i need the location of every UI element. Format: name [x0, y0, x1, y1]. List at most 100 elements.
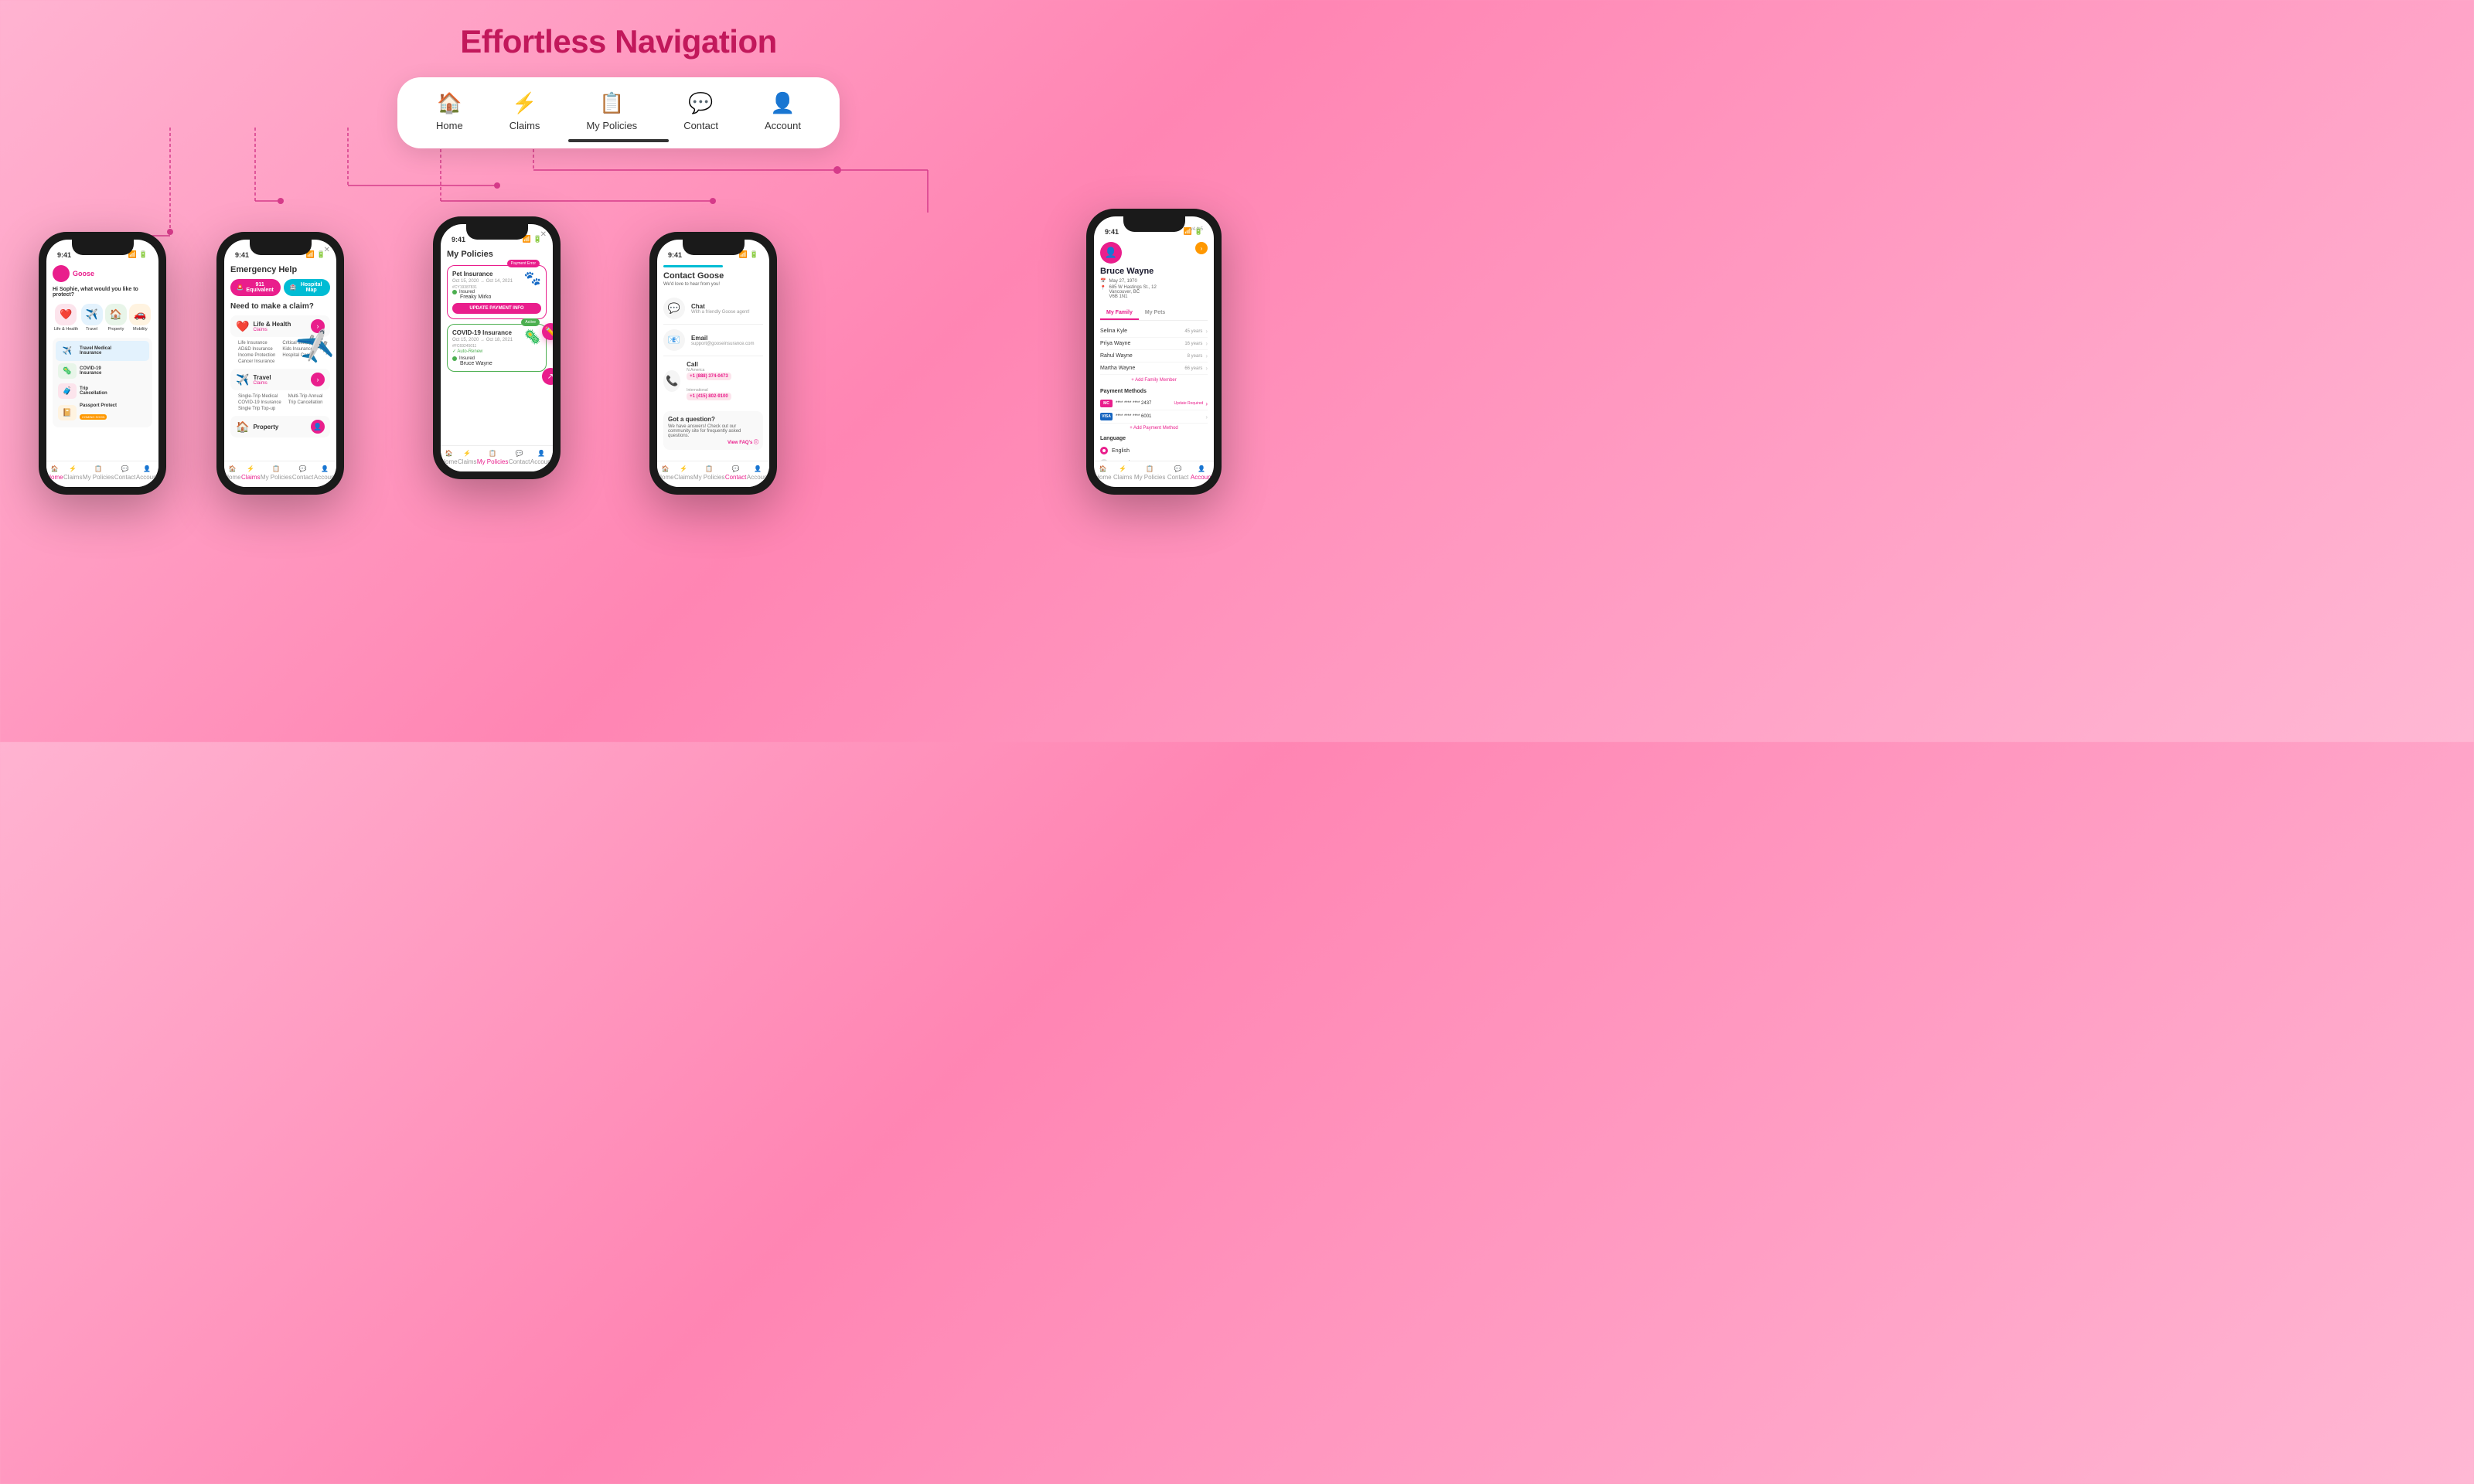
policy-covid-insurance[interactable]: Active COVID-19 Insurance Oct 15, 2020 →…: [447, 324, 547, 372]
claim-property[interactable]: 🏠 Property 👤: [230, 416, 330, 437]
bnav4-account[interactable]: 👤Account: [747, 465, 769, 481]
bnav-claims[interactable]: ⚡Claims: [63, 465, 82, 481]
chat-title: Chat: [691, 303, 750, 310]
tab-my-family[interactable]: My Family: [1100, 307, 1139, 320]
contact-title: Contact Goose: [663, 271, 763, 281]
bnav3-home[interactable]: 🏠Home: [441, 450, 457, 465]
view-faqs-link[interactable]: View FAQ's ⓘ: [668, 438, 758, 445]
bnav3-contact[interactable]: 💬Contact: [509, 450, 530, 465]
pet-insurance-title: Pet Insurance: [452, 271, 513, 277]
bnav2-claims[interactable]: ⚡Claims: [241, 465, 260, 481]
bnav-policies[interactable]: 📋My Policies: [83, 465, 114, 481]
submenu-trip[interactable]: 🧳 Trip Cancellation: [56, 381, 149, 401]
bnav3-claims[interactable]: ⚡Claims: [458, 450, 476, 465]
add-family-member[interactable]: + Add Family Member: [1100, 375, 1208, 386]
submenu-covid[interactable]: 🦠 COVID-19 Insurance: [56, 361, 149, 381]
family-member-martha[interactable]: Martha Wayne 66 years ›: [1100, 362, 1208, 375]
account-icon: 👤: [770, 91, 795, 115]
phone-home: 9:41 📶🔋 Goose Hi Sophie, what would you …: [39, 232, 166, 495]
email-icon: 📧: [663, 329, 685, 351]
bottom-nav-phone3: 🏠Home ⚡Claims 📋My Policies 💬Contact 👤Acc…: [441, 445, 553, 471]
close-policies[interactable]: ✕: [540, 230, 547, 239]
language-section-title: Language: [1100, 436, 1208, 441]
add-payment-method[interactable]: + Add Payment Method: [1100, 424, 1208, 433]
bnav4-claims[interactable]: ⚡Claims: [674, 465, 693, 481]
bnav5-account[interactable]: 👤Account: [1191, 465, 1213, 481]
payment-mastercard[interactable]: MC **** **** **** 2437 Update Required ›: [1100, 397, 1208, 410]
bnav2-contact[interactable]: 💬Contact: [292, 465, 314, 481]
active-badge: Active: [521, 318, 540, 326]
need-claim-title: Need to make a claim?: [230, 302, 330, 311]
nav-account[interactable]: 👤 Account: [765, 91, 801, 131]
app-version: v4.1.5: [1191, 227, 1203, 232]
pet-insurance-dates: Oct 15, 2020 → Oct 14, 2021: [452, 279, 513, 284]
user-name: Bruce Wayne: [1100, 267, 1157, 276]
update-payment-btn[interactable]: UPDATE PAYMENT INFO: [452, 303, 541, 314]
submenu-travel-medical[interactable]: ✈️ Travel Medical Insurance: [56, 341, 149, 361]
bnav5-home[interactable]: 🏠Home: [1095, 465, 1111, 481]
nav-claims[interactable]: ⚡ Claims: [509, 91, 540, 131]
payment-visa[interactable]: VISA **** **** **** 6001 ›: [1100, 410, 1208, 424]
bnav4-contact[interactable]: 💬Contact: [725, 465, 747, 481]
bnav4-home[interactable]: 🏠Home: [657, 465, 673, 481]
edit-profile-arrow[interactable]: ›: [1195, 242, 1208, 254]
category-icons: ❤️ Life & Health ✈️ Travel 🏠 Property 🚗 …: [53, 304, 152, 332]
cat-life-health[interactable]: ❤️ Life & Health: [54, 304, 79, 332]
nav-contact[interactable]: 💬 Contact: [683, 91, 718, 131]
bottom-nav-phone1: 🏠Home ⚡Claims 📋My Policies 💬Contact 👤Acc…: [46, 461, 158, 487]
bnav2-home[interactable]: 🏠Home: [224, 465, 240, 481]
contact-call[interactable]: 📞 Call N.America +1 (888) 374-0473 Inter…: [663, 356, 763, 405]
contact-chat[interactable]: 💬 Chat With a friendly Goose agent!: [663, 293, 763, 325]
bnav-account[interactable]: 👤Account: [136, 465, 158, 481]
phone-notch-3: [466, 224, 528, 240]
family-member-selina[interactable]: Selina Kyle 45 years ›: [1100, 325, 1208, 338]
cat-mobility[interactable]: 🚗 Mobility: [129, 304, 151, 332]
btn-911[interactable]: 🚨 911 Equivalent: [230, 279, 281, 296]
nav-policies[interactable]: 📋 My Policies: [586, 91, 637, 131]
user-dob: 📅May 27, 1970: [1100, 278, 1157, 284]
bottom-nav-phone5: 🏠Home ⚡Claims 📋My Policies 💬Contact 👤Acc…: [1094, 461, 1214, 487]
bnav-home[interactable]: 🏠Home: [46, 465, 63, 481]
emergency-buttons: 🚨 911 Equivalent 🏥 Hospital Map: [230, 279, 330, 296]
emergency-title: Emergency Help: [230, 265, 297, 274]
btn-hospital[interactable]: 🏥 Hospital Map: [284, 279, 330, 296]
bnav5-policies[interactable]: 📋My Policies: [1134, 465, 1165, 481]
email-title: Email: [691, 335, 754, 342]
policies-title: My Policies: [447, 250, 493, 259]
chat-subtitle: With a friendly Goose agent!: [691, 310, 750, 315]
policies-icon: 📋: [599, 91, 624, 115]
cat-property[interactable]: 🏠 Property: [105, 304, 127, 332]
family-member-priya[interactable]: Priya Wayne 16 years ›: [1100, 338, 1208, 350]
policy-pet-insurance[interactable]: Payment Error Pet Insurance Oct 15, 2020…: [447, 265, 547, 319]
phone-notch-5: [1123, 216, 1185, 232]
teal-accent-bar: [663, 265, 723, 267]
submenu-passport[interactable]: 📔 Passport Protect COMING SOON: [56, 401, 149, 424]
bnav5-claims[interactable]: ⚡Claims: [1113, 465, 1132, 481]
phone-account: 9:41 📶🔋 v4.1.5 👤 Bruce Wayne 📅May 27, 19…: [1086, 209, 1222, 495]
home-greeting: Hi Sophie, what would you like to protec…: [53, 287, 152, 298]
claim-travel[interactable]: ✈️ Travel Claims ›: [230, 369, 330, 390]
tab-my-pets[interactable]: My Pets: [1139, 307, 1171, 320]
nav-home[interactable]: 🏠 Home: [436, 91, 463, 131]
faq-subtitle: We have answers! Check out our community…: [668, 424, 758, 438]
travel-submenu: ✈️ Travel Medical Insurance 🦠 COVID-19 I…: [53, 338, 152, 427]
language-english[interactable]: English: [1100, 444, 1208, 457]
bnav2-account[interactable]: 👤Account: [314, 465, 336, 481]
contact-email[interactable]: 📧 Email support@gooseinsurance.com: [663, 325, 763, 356]
bnav-contact[interactable]: 💬Contact: [114, 465, 136, 481]
bottom-nav-phone4: 🏠Home ⚡Claims 📋My Policies 💬Contact 👤Acc…: [657, 461, 769, 487]
phone-icon: 📞: [663, 370, 680, 392]
payment-section: Payment Methods MC **** **** **** 2437 U…: [1100, 389, 1208, 433]
bnav2-policies[interactable]: 📋My Policies: [261, 465, 291, 481]
bottom-nav-phone2: 🏠Home ⚡Claims 📋My Policies 💬Contact 👤Acc…: [224, 461, 336, 487]
cat-travel[interactable]: ✈️ Travel: [81, 304, 103, 332]
phone-notch-2: [250, 240, 312, 255]
faq-title: Got a question?: [668, 416, 758, 423]
close-button[interactable]: ✕: [324, 246, 330, 254]
bnav5-contact[interactable]: 💬Contact: [1167, 465, 1189, 481]
home-icon: 🏠: [437, 91, 462, 115]
family-member-rahul[interactable]: Rahul Wayne 8 years ›: [1100, 350, 1208, 362]
bnav3-account[interactable]: 👤Account: [530, 450, 553, 465]
bnav4-policies[interactable]: 📋My Policies: [693, 465, 724, 481]
bnav3-policies[interactable]: 📋My Policies: [477, 450, 508, 465]
